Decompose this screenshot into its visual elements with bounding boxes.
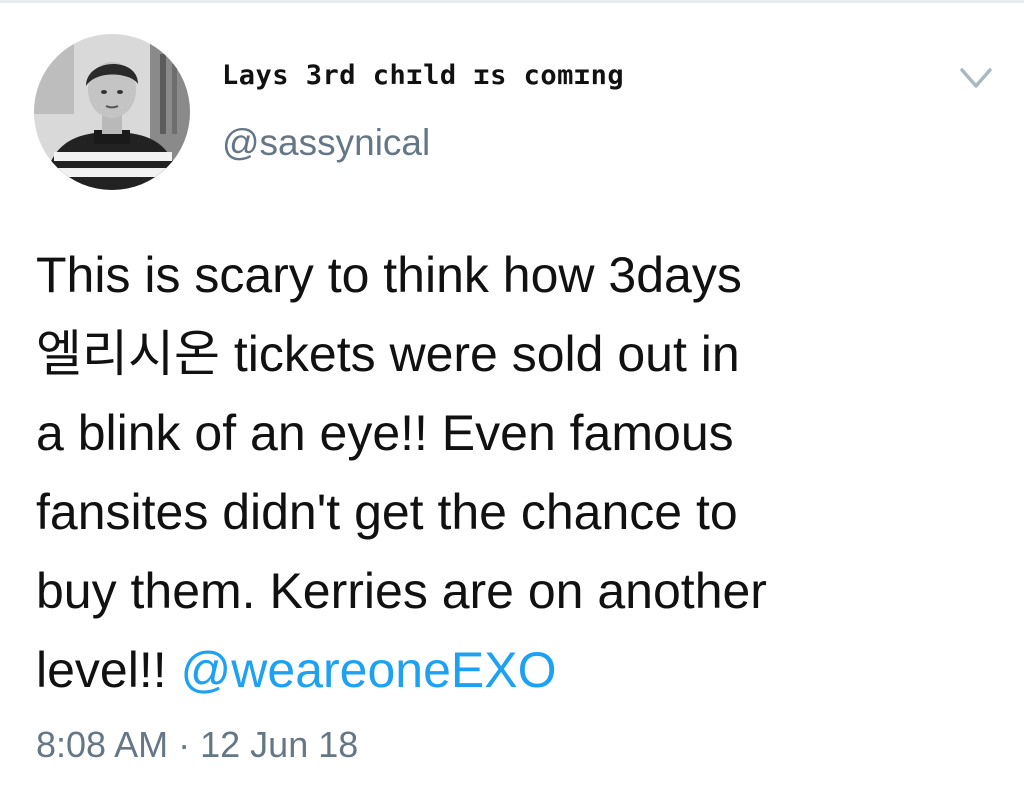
top-divider — [0, 0, 1024, 3]
avatar[interactable] — [34, 34, 190, 190]
tweet-line: a blink of an eye!! Even famous — [36, 405, 734, 461]
mention-link[interactable]: @weareoneEXO — [181, 642, 557, 698]
display-name[interactable]: Lays 3rd chɪld ɪs comɪng — [222, 60, 624, 91]
tweet-line: This is scary to think how 3days — [36, 247, 742, 303]
tweet-line: fansites didn't get the chance to — [36, 484, 738, 540]
tweet-line-text: level!! — [36, 642, 181, 698]
timestamp-separator: · — [178, 724, 191, 765]
tweet-text: This is scary to think how 3days 엘리시온 ti… — [36, 236, 996, 710]
tweet-timestamp[interactable]: 8:08 AM · 12 Jun 18 — [36, 724, 358, 766]
tweet-line: buy them. Kerries are on another — [36, 563, 767, 619]
avatar-photo — [34, 34, 190, 190]
tweet-line: 엘리시온 tickets were sold out in — [36, 326, 740, 382]
chevron-down-icon[interactable] — [956, 60, 996, 96]
user-handle[interactable]: @sassynical — [222, 122, 430, 164]
tweet-time: 8:08 AM — [36, 724, 169, 765]
tweet-date: 12 Jun 18 — [200, 724, 359, 765]
tweet-line-last: level!! @weareoneEXO — [36, 631, 996, 710]
